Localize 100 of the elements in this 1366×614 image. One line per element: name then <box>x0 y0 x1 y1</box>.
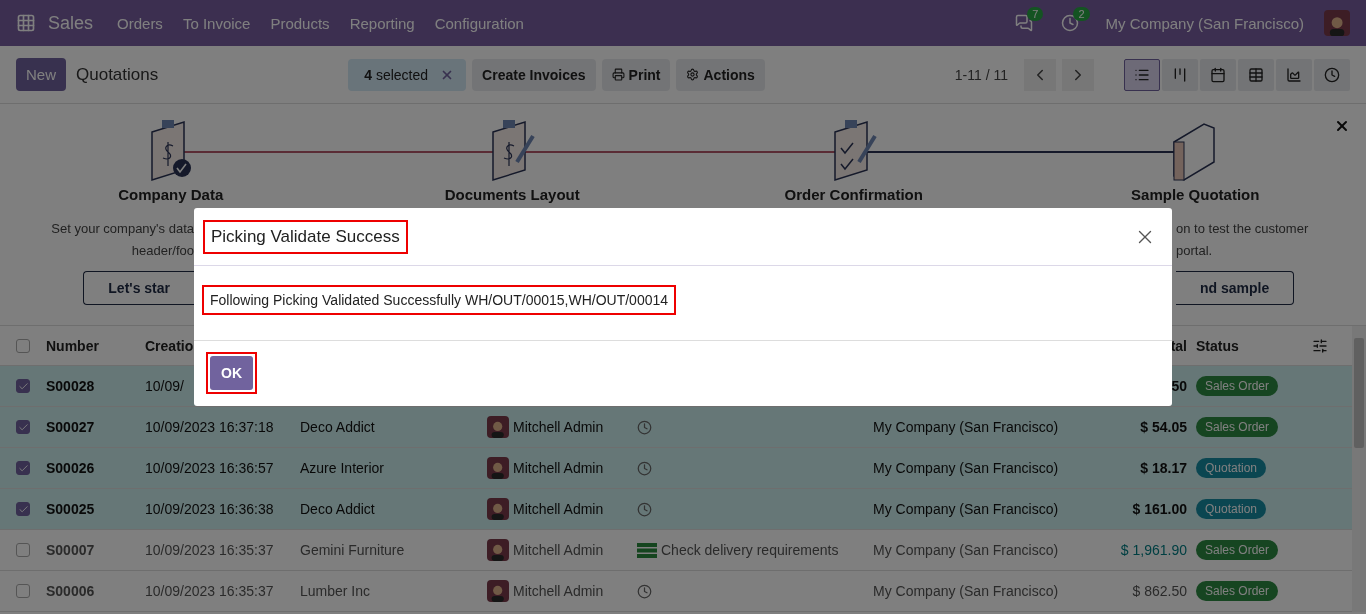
salesperson-name: Mitchell Admin <box>513 501 604 517</box>
table-cell-text: Deco Addict <box>300 419 376 435</box>
table-cell-text: My Company (San Francisco) <box>873 419 1060 435</box>
status-badge: Sales Order <box>1196 417 1279 437</box>
gear-icon <box>686 68 700 81</box>
new-button[interactable]: New <box>16 58 66 91</box>
clock-icon[interactable] <box>637 583 652 599</box>
checkbox[interactable] <box>16 379 30 393</box>
table-cell-text: $ 161.00 <box>1131 501 1188 517</box>
table-cell-text: Deco Addict <box>300 501 376 517</box>
menu-item[interactable]: Products <box>270 14 330 32</box>
salesperson-name: Mitchell Admin <box>513 419 604 435</box>
menu-item[interactable]: Orders <box>117 14 163 32</box>
table-cell-text: $ 862.50 <box>1131 583 1188 599</box>
avatar <box>487 498 509 520</box>
action-button[interactable]: Actions <box>676 58 765 91</box>
clock-icon[interactable] <box>1314 58 1350 91</box>
calendar-icon[interactable] <box>1200 58 1236 91</box>
table-cell-text: Gemini Furniture <box>300 542 406 558</box>
table-cell-text: S00006 <box>46 583 96 599</box>
table-cell-text: My Company (San Francisco) <box>873 501 1060 517</box>
table-cell-text: Azure Interior <box>300 460 386 476</box>
menu-item[interactable]: Configuration <box>434 14 524 32</box>
table-cell-text: $ 54.05 <box>1139 419 1188 435</box>
list-icon[interactable] <box>637 542 657 558</box>
salesperson-name: Mitchell Admin <box>513 542 604 558</box>
table-cell-text: S00025 <box>46 501 96 517</box>
next-button[interactable] <box>1062 58 1094 91</box>
table-cell-text: Lumber Inc <box>300 583 372 599</box>
table-cell-text: 10/09/2023 16:36:38 <box>145 501 275 517</box>
avatar <box>487 580 509 602</box>
checkbox[interactable] <box>16 461 30 475</box>
action-button[interactable]: Create Invoices <box>472 58 596 91</box>
count-badge: 7 <box>1027 7 1044 21</box>
page-title: Quotations <box>76 64 159 85</box>
avatar <box>487 416 509 438</box>
checkbox[interactable] <box>16 584 30 598</box>
table-cell-text: 10/09/2023 16:35:37 <box>145 542 275 558</box>
table-cell-text: My Company (San Francisco) <box>873 542 1060 558</box>
avatar <box>487 539 509 561</box>
column-header[interactable]: Status <box>1196 337 1312 354</box>
status-badge: Sales Order <box>1196 581 1279 601</box>
avatar <box>1324 10 1350 36</box>
table-cell-text: S00028 <box>46 378 96 394</box>
step-description: portal. <box>1176 242 1213 260</box>
step-button[interactable]: nd sample <box>1176 271 1295 305</box>
table-cell-text: S00007 <box>46 542 96 558</box>
avatar <box>487 457 509 479</box>
previous-button[interactable] <box>1024 58 1056 91</box>
dialog-message: Following Picking Validated Successfully WH/OUT/00015,WH/OUT/00014 <box>210 292 669 308</box>
table-cell-text: 10/09/2023 16:37:18 <box>145 419 275 435</box>
kanban-view-icon[interactable] <box>1162 58 1198 91</box>
clock-icon[interactable] <box>637 460 652 476</box>
dialog-title: Picking Validate Success <box>211 226 400 247</box>
table-cell-text: S00026 <box>46 460 96 476</box>
status-badge: Quotation <box>1196 458 1267 478</box>
menu-item[interactable]: To Invoice <box>182 14 251 32</box>
checkbox[interactable] <box>16 502 30 516</box>
column-header[interactable]: Number <box>46 337 145 354</box>
printer-icon <box>611 68 625 81</box>
salesperson-name: Mitchell Admin <box>513 583 604 599</box>
table-cell-text: $ 18.17 <box>1139 460 1188 476</box>
step-title: Company Data <box>118 186 224 203</box>
selection-count: 4 selected <box>364 66 429 83</box>
step-title: Order Confirmation <box>784 186 923 203</box>
table-cell-text: 10/09/2023 16:36:57 <box>145 460 275 476</box>
status-badge: Sales Order <box>1196 376 1279 396</box>
area-chart-icon[interactable] <box>1276 58 1312 91</box>
step-title: Documents Layout <box>444 186 580 203</box>
checkbox[interactable] <box>16 338 30 353</box>
scrollbar[interactable] <box>1352 326 1366 612</box>
step-description: header/foo <box>131 242 194 260</box>
table-cell-text: My Company (San Francisco) <box>873 583 1060 599</box>
step-description: on to test the customer <box>1176 220 1309 238</box>
step-title: Sample Quotation <box>1131 186 1260 203</box>
ok-button[interactable]: OK <box>210 356 253 390</box>
checkbox[interactable] <box>16 543 30 557</box>
apps-grid-icon[interactable] <box>16 13 36 33</box>
activity-text: Check delivery requirements <box>661 542 839 558</box>
table-cell-text: 50 <box>1170 378 1188 394</box>
pager-text: 1-11 / 11 <box>954 66 1008 83</box>
app-name[interactable]: Sales <box>48 12 94 34</box>
table-cell-text: 10/09/2023 16:35:37 <box>145 583 275 599</box>
table-cell-text: $ 1,961.90 <box>1119 542 1188 558</box>
company-switcher[interactable]: My Company (San Francisco) <box>1105 14 1304 32</box>
menu-item[interactable]: Reporting <box>349 14 415 32</box>
clock-icon[interactable] <box>637 419 652 435</box>
table-cell-text: S00027 <box>46 419 96 435</box>
action-button[interactable]: Print <box>601 58 671 91</box>
table-icon[interactable] <box>1238 58 1274 91</box>
chat-icon[interactable] <box>1015 14 1034 32</box>
list-view-icon[interactable] <box>1124 58 1160 91</box>
checkbox[interactable] <box>16 420 30 434</box>
count-badge: 2 <box>1073 7 1090 21</box>
table-cell-text: My Company (San Francisco) <box>873 460 1060 476</box>
close-icon[interactable] <box>1334 118 1350 134</box>
table-cell-text: 10/09/ <box>145 378 185 394</box>
status-badge: Quotation <box>1196 499 1267 519</box>
clock-icon[interactable] <box>637 501 652 517</box>
step-button[interactable]: Let's star <box>83 271 194 305</box>
